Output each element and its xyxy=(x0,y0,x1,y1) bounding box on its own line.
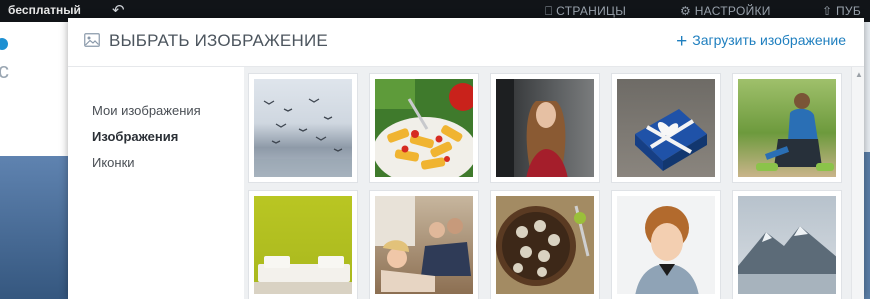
image-source-sidebar: Мои изображения Изображения Иконки xyxy=(68,67,244,299)
mountain-landscape-image xyxy=(738,196,836,294)
canvas-image-strip xyxy=(0,156,68,299)
modal-header: ВЫБРАТЬ ИЗОБРАЖЕНИЕ + Загрузить изображен… xyxy=(68,18,864,67)
lime-wall-sofa-image xyxy=(254,196,352,294)
select-image-modal: ВЫБРАТЬ ИЗОБРАЖЕНИЕ + Загрузить изображен… xyxy=(68,18,864,299)
scroll-up-icon[interactable]: ▲ xyxy=(855,70,863,79)
image-tile-mushrooms[interactable] xyxy=(490,190,600,299)
editor-canvas-left: c xyxy=(0,22,68,299)
image-icon xyxy=(84,33,100,47)
image-tile-gift[interactable] xyxy=(611,73,721,183)
partial-text: c xyxy=(0,58,9,83)
image-tile-lime-wall[interactable] xyxy=(248,190,358,299)
sidebar-item-icons[interactable]: Иконки xyxy=(92,155,135,170)
pages-nav-label[interactable]: ⎕ СТРАНИЦЫ xyxy=(545,4,626,19)
grid-scrollbar[interactable]: ▲ xyxy=(851,67,864,299)
image-tile-pasta[interactable] xyxy=(369,73,479,183)
publish-nav-label[interactable]: ⇧ ПУБ xyxy=(822,4,861,18)
stretching-man-image xyxy=(738,79,836,177)
pasta-image xyxy=(375,79,473,177)
woman-image xyxy=(496,79,594,177)
gift-box-image xyxy=(617,79,715,177)
image-grid: ▲ xyxy=(244,67,864,299)
seagulls-image xyxy=(254,79,352,177)
status-dot-icon xyxy=(0,38,8,50)
canvas-image-strip-right xyxy=(864,152,870,299)
editor-canvas-right xyxy=(864,22,870,299)
image-tile-boy[interactable] xyxy=(611,190,721,299)
settings-nav-label[interactable]: ⚙ НАСТРОЙКИ xyxy=(680,4,771,18)
modal-title: ВЫБРАТЬ ИЗОБРАЖЕНИЕ xyxy=(109,31,328,50)
sidebar-item-images[interactable]: Изображения xyxy=(92,129,178,144)
upload-image-label: Загрузить изображение xyxy=(692,32,846,48)
stuffed-mushrooms-image xyxy=(496,196,594,294)
back-arrow-icon[interactable]: ↶ xyxy=(112,1,125,19)
plan-label: бесплатный xyxy=(8,3,81,17)
image-tile-family[interactable] xyxy=(369,190,479,299)
upload-image-button[interactable]: + Загрузить изображение xyxy=(676,32,846,51)
sidebar-item-my-images[interactable]: Мои изображения xyxy=(92,103,201,118)
image-tile-stretching-man[interactable] xyxy=(732,73,842,183)
image-tile-woman[interactable] xyxy=(490,73,600,183)
family-couch-image xyxy=(375,196,473,294)
curly-boy-image xyxy=(617,196,715,294)
image-tile-mountains[interactable] xyxy=(732,190,842,299)
plus-icon: + xyxy=(676,31,688,52)
image-tile-seagulls[interactable] xyxy=(248,73,358,183)
